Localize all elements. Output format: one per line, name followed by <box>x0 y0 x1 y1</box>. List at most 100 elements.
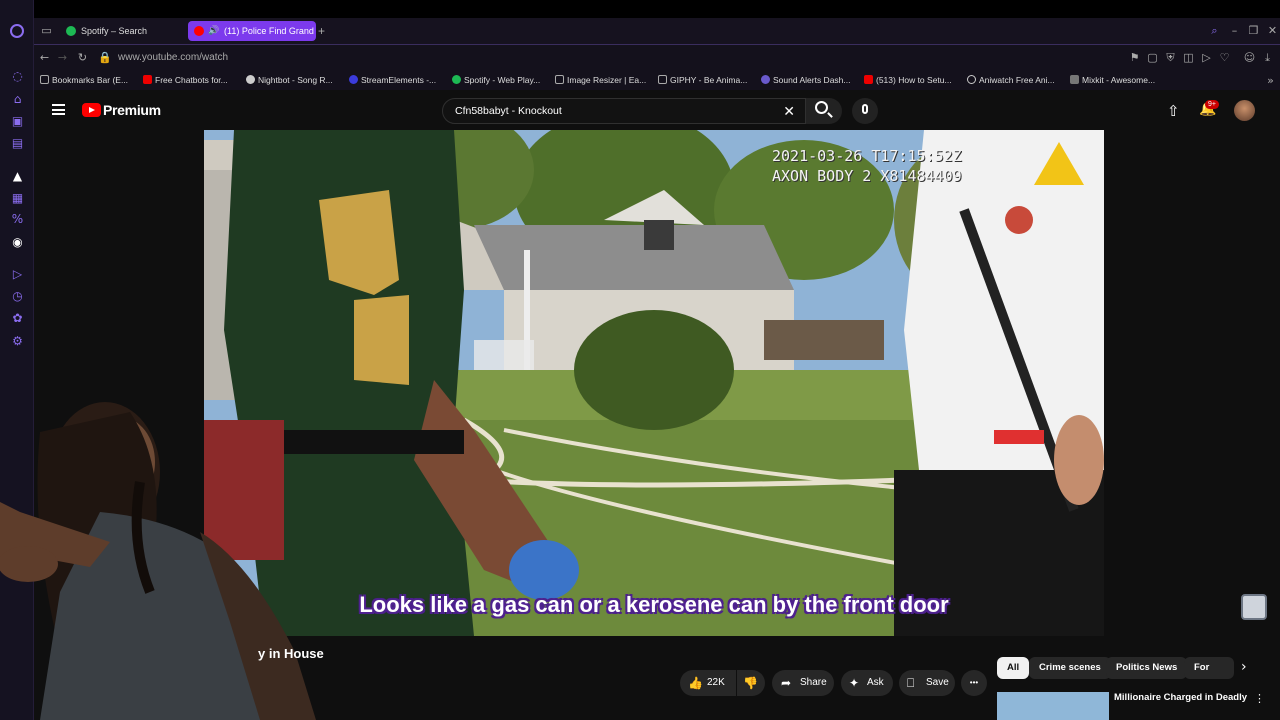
share-icon: ➦ <box>781 676 792 690</box>
ask-button[interactable]: ✦ Ask <box>841 670 893 696</box>
forward-icon[interactable]: → <box>56 51 69 64</box>
mic-icon <box>862 104 868 114</box>
history-icon[interactable]: ◷ <box>11 290 24 303</box>
youtube-logo-icon[interactable] <box>82 103 101 117</box>
video-title: y in House <box>258 646 324 661</box>
giphy-icon <box>658 75 667 84</box>
recommendation-title[interactable]: Millionaire Charged in Deadly <box>1114 692 1247 703</box>
ai-icon[interactable]: ◌ <box>11 70 24 83</box>
mixkit-icon <box>1070 75 1079 84</box>
search-box[interactable]: ✕ <box>442 98 806 124</box>
youtube-icon <box>194 26 204 36</box>
pinboards-icon[interactable]: ▣ <box>11 115 24 128</box>
tab-manager-icon[interactable]: ▭ <box>40 24 53 37</box>
discord-icon[interactable]: ◉ <box>11 236 24 249</box>
youtube-header: Premium ✕ ⇧ 🔔 9+ <box>34 90 1280 130</box>
search-input[interactable] <box>455 99 755 123</box>
messenger-icon[interactable]: ▤ <box>11 137 24 150</box>
tab-label: (11) Police Find Grand <box>224 26 314 36</box>
heart-icon[interactable]: ♡ <box>1218 51 1231 64</box>
tab-youtube[interactable]: 🔊 (11) Police Find Grand <box>188 21 316 41</box>
chip-crime-scenes[interactable]: Crime scenes <box>1029 657 1111 679</box>
percent-icon[interactable]: % <box>11 213 24 226</box>
workspaces-icon[interactable]: ⌂ <box>11 93 24 106</box>
bookmark-item[interactable]: Image Resizer | Ea... <box>555 70 646 90</box>
voice-search-button[interactable] <box>852 98 878 124</box>
player-send-icon[interactable]: ▷ <box>1200 51 1213 64</box>
spotify-icon <box>66 26 76 36</box>
minimize-icon[interactable]: – <box>1228 24 1241 37</box>
soundalerts-icon <box>761 75 770 84</box>
video-player[interactable]: 2021-03-26 T17:15:52Z AXON BODY 2 X81484… <box>204 130 1104 636</box>
maximize-icon[interactable]: ❐ <box>1247 24 1260 37</box>
tab-bar: ▭ Spotify – Search 🔊 (11) Police Find Gr… <box>34 18 1280 44</box>
webcam-image <box>0 402 316 720</box>
window-top-strip <box>34 0 1280 18</box>
bookmark-item[interactable]: Nightbot - Song R... <box>246 70 333 90</box>
bookmark-item[interactable]: Spotify - Web Play... <box>452 70 540 90</box>
recommendation-more-icon[interactable]: ⋮ <box>1254 692 1265 705</box>
recommendation-thumbnail[interactable] <box>997 692 1109 720</box>
browser-logo-icon[interactable] <box>10 24 24 38</box>
snapshot-icon[interactable]: ▢ <box>1146 51 1159 64</box>
thumbs-down-icon: 👎 <box>743 676 758 690</box>
vpn-icon[interactable]: ◫ <box>1182 51 1195 64</box>
spotify-icon <box>452 75 461 84</box>
more-icon: ••• <box>969 678 979 687</box>
bookmark-icon[interactable]: ⚑ <box>1128 51 1141 64</box>
reload-icon[interactable]: ↻ <box>76 51 89 64</box>
bookmark-item[interactable]: (513) How to Setu... <box>864 70 952 90</box>
settings-icon[interactable]: ⚙ <box>11 335 24 348</box>
bookmark-item[interactable]: GIPHY - Be Anima... <box>658 70 747 90</box>
chip-next-icon[interactable]: › <box>1241 659 1247 675</box>
close-window-icon[interactable]: ✕ <box>1266 24 1279 37</box>
notification-badge: 9+ <box>1205 100 1219 109</box>
search-icon <box>815 101 828 114</box>
bookmark-item[interactable]: Bookmarks Bar (E... <box>40 70 128 90</box>
youtube-icon <box>864 75 873 84</box>
chip-all[interactable]: All <box>997 657 1030 679</box>
chip-for-you[interactable]: For you <box>1184 657 1234 679</box>
lock-icon: 🔒 <box>98 51 112 64</box>
thumbs-up-icon: 👍 <box>688 676 703 690</box>
account-icon[interactable]: ☺ <box>1243 51 1256 64</box>
shield-icon[interactable]: ⛨ <box>1164 51 1177 64</box>
hamburger-menu-icon[interactable] <box>52 104 65 115</box>
search-tabs-icon[interactable]: ⌕ <box>1208 24 1221 37</box>
download-icon[interactable]: ⤓ <box>1261 51 1274 64</box>
dislike-button[interactable]: 👎 <box>737 670 765 696</box>
save-button[interactable]: ⎕ Save <box>899 670 955 696</box>
bookmark-item[interactable]: Aniwatch Free Ani... <box>967 70 1055 90</box>
chip-politics-news[interactable]: Politics News <box>1106 657 1188 679</box>
bookmark-item[interactable]: Sound Alerts Dash... <box>761 70 851 90</box>
more-actions-button[interactable]: ••• <box>961 670 987 696</box>
youtube-icon <box>143 75 152 84</box>
extensions-icon[interactable]: ✿ <box>11 312 24 325</box>
player-icon[interactable]: ▷ <box>11 268 24 281</box>
bookmarks-bar: Bookmarks Bar (E... Free Chatbots for...… <box>34 70 1280 90</box>
upload-icon[interactable]: ⇧ <box>1167 102 1180 120</box>
app-icon[interactable]: ▲ <box>11 170 24 183</box>
bookmark-item[interactable]: Mixkit - Awesome... <box>1070 70 1155 90</box>
bookmark-save-icon: ⎕ <box>907 676 915 690</box>
sheriff-badge-icon <box>1241 594 1267 620</box>
avatar[interactable] <box>1234 100 1255 121</box>
bookmark-item[interactable]: Free Chatbots for... <box>143 70 228 90</box>
address-bar-row: ← → ↻ 🔒 www.youtube.com/watch ⚑ ▢ ⛨ ◫ ▷ … <box>34 44 1280 70</box>
sparkle-icon: ✦ <box>849 676 860 690</box>
new-tab-button[interactable]: + <box>318 22 325 40</box>
twitch-icon[interactable]: ▦ <box>11 192 24 205</box>
bookmark-item[interactable]: StreamElements -... <box>349 70 436 90</box>
aniwatch-icon <box>967 75 976 84</box>
nightbot-icon <box>246 75 255 84</box>
bodycam-timestamp: 2021-03-26 T17:15:52Z AXON BODY 2 X81484… <box>772 147 962 185</box>
share-button[interactable]: ➦ Share <box>772 670 834 696</box>
tab-label: Spotify – Search <box>81 26 148 36</box>
back-icon[interactable]: ← <box>38 51 51 64</box>
url-field[interactable]: www.youtube.com/watch <box>118 45 228 71</box>
streamelements-icon <box>349 75 358 84</box>
clear-search-icon[interactable]: ✕ <box>783 103 795 119</box>
more-bookmarks-icon[interactable]: » <box>1264 74 1277 87</box>
search-button[interactable] <box>806 98 842 124</box>
like-button[interactable]: 👍 22K <box>680 670 736 696</box>
